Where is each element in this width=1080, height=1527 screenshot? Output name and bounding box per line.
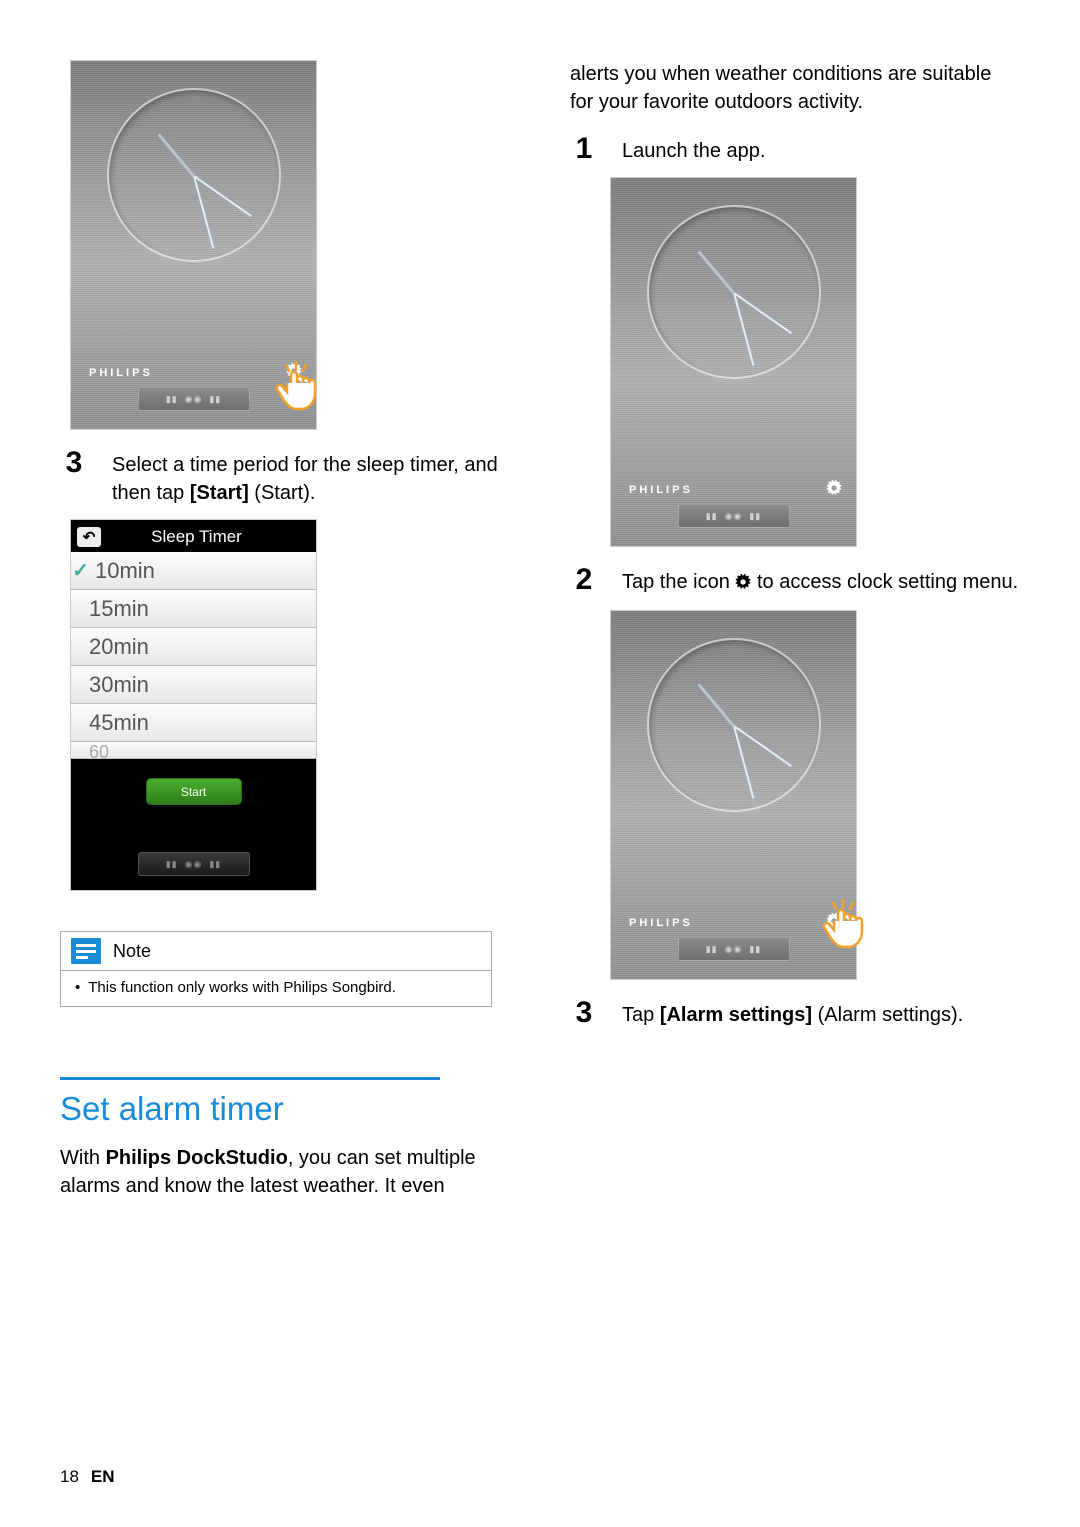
- step-number: 3: [570, 998, 598, 1029]
- dock-bar: ▮▮ ◉◉ ▮▮: [678, 937, 790, 961]
- right-column: alerts you when weather conditions are s…: [570, 60, 1020, 1200]
- page-footer: 18 EN: [60, 1467, 115, 1487]
- section-paragraph: With Philips DockStudio, you can set mul…: [60, 1144, 490, 1200]
- gear-icon: [735, 570, 751, 598]
- language-code: EN: [91, 1467, 115, 1486]
- timer-option-partial[interactable]: 60: [71, 742, 316, 759]
- note-callout: Note •This function only works with Phil…: [60, 931, 492, 1007]
- instruction-step-3: 3 Select a time period for the sleep tim…: [60, 448, 510, 507]
- philips-logo: PHILIPS: [629, 484, 693, 496]
- clock-app-screen: PHILIPS ▮▮ ◉◉ ▮▮: [610, 610, 857, 980]
- section-heading: Set alarm timer: [60, 1090, 510, 1128]
- philips-logo: PHILIPS: [89, 367, 153, 379]
- step-number: 1: [570, 134, 598, 165]
- note-title: Note: [113, 941, 151, 962]
- clock-hand: [697, 683, 735, 727]
- left-column: PHILIPS ▮▮ ◉◉ ▮▮ 3 Select a time period …: [60, 60, 510, 1200]
- step-text: Select a time period for the sleep timer…: [112, 448, 510, 507]
- sleep-timer-screenshot: ↶ Sleep Timer ✓10min 15min 20min 30min 4…: [70, 519, 317, 891]
- instruction-step-3-right: 3 Tap [Alarm settings] (Alarm settings).: [570, 998, 1020, 1029]
- analog-clock-face: [647, 205, 821, 379]
- note-body: •This function only works with Philips S…: [61, 970, 491, 1006]
- app-screenshot-clock-tap: PHILIPS ▮▮ ◉◉ ▮▮: [70, 60, 510, 430]
- sleep-timer-header: ↶ Sleep Timer: [71, 520, 316, 552]
- step-number: 3: [60, 448, 88, 507]
- app-screenshot-clock-tap-gear: PHILIPS ▮▮ ◉◉ ▮▮: [610, 610, 1020, 980]
- timer-option[interactable]: 20min: [71, 628, 316, 666]
- philips-logo: PHILIPS: [629, 917, 693, 929]
- dock-bar: ▮▮ ◉◉ ▮▮: [138, 387, 250, 411]
- clock-app-screen: PHILIPS ▮▮ ◉◉ ▮▮: [610, 177, 857, 547]
- instruction-step-1: 1 Launch the app.: [570, 134, 1020, 165]
- clock-hand: [157, 133, 195, 177]
- step-text: Tap the icon to access clock setting men…: [622, 565, 1018, 598]
- timer-option-selected[interactable]: ✓10min: [71, 552, 316, 590]
- analog-clock-face: [647, 638, 821, 812]
- step-text: Tap [Alarm settings] (Alarm settings).: [622, 998, 963, 1029]
- step-number: 2: [570, 565, 598, 598]
- page-number: 18: [60, 1467, 79, 1486]
- two-column-layout: PHILIPS ▮▮ ◉◉ ▮▮ 3 Select a time period …: [60, 60, 1020, 1200]
- manual-page: PHILIPS ▮▮ ◉◉ ▮▮ 3 Select a time period …: [0, 0, 1080, 1527]
- section-divider: [60, 1077, 440, 1080]
- app-screenshot-clock-gear: PHILIPS ▮▮ ◉◉ ▮▮: [610, 177, 1020, 547]
- sleep-timer-title: Sleep Timer: [83, 527, 310, 547]
- check-icon: ✓: [71, 558, 89, 583]
- start-button[interactable]: Start: [146, 778, 242, 805]
- note-header: Note: [61, 932, 491, 970]
- tap-gesture-icon: [818, 899, 868, 959]
- analog-clock-face: [107, 88, 281, 262]
- step-text: Launch the app.: [622, 134, 765, 165]
- timer-option[interactable]: 30min: [71, 666, 316, 704]
- settings-gear-icon[interactable]: [826, 480, 842, 496]
- clock-app-screen: PHILIPS ▮▮ ◉◉ ▮▮: [70, 60, 317, 430]
- dock-bar: ▮▮ ◉◉ ▮▮: [678, 504, 790, 528]
- timer-option[interactable]: 45min: [71, 704, 316, 742]
- sleep-timer-options: ✓10min 15min 20min 30min 45min 60: [71, 552, 316, 759]
- clock-hand: [697, 250, 735, 294]
- dock-bar: ▮▮ ◉◉ ▮▮: [138, 852, 250, 876]
- note-icon: [71, 938, 101, 964]
- instruction-step-2: 2 Tap the icon to access clock setting m…: [570, 565, 1020, 598]
- continuation-paragraph: alerts you when weather conditions are s…: [570, 60, 1020, 116]
- tap-gesture-icon: [271, 361, 321, 421]
- timer-option[interactable]: 15min: [71, 590, 316, 628]
